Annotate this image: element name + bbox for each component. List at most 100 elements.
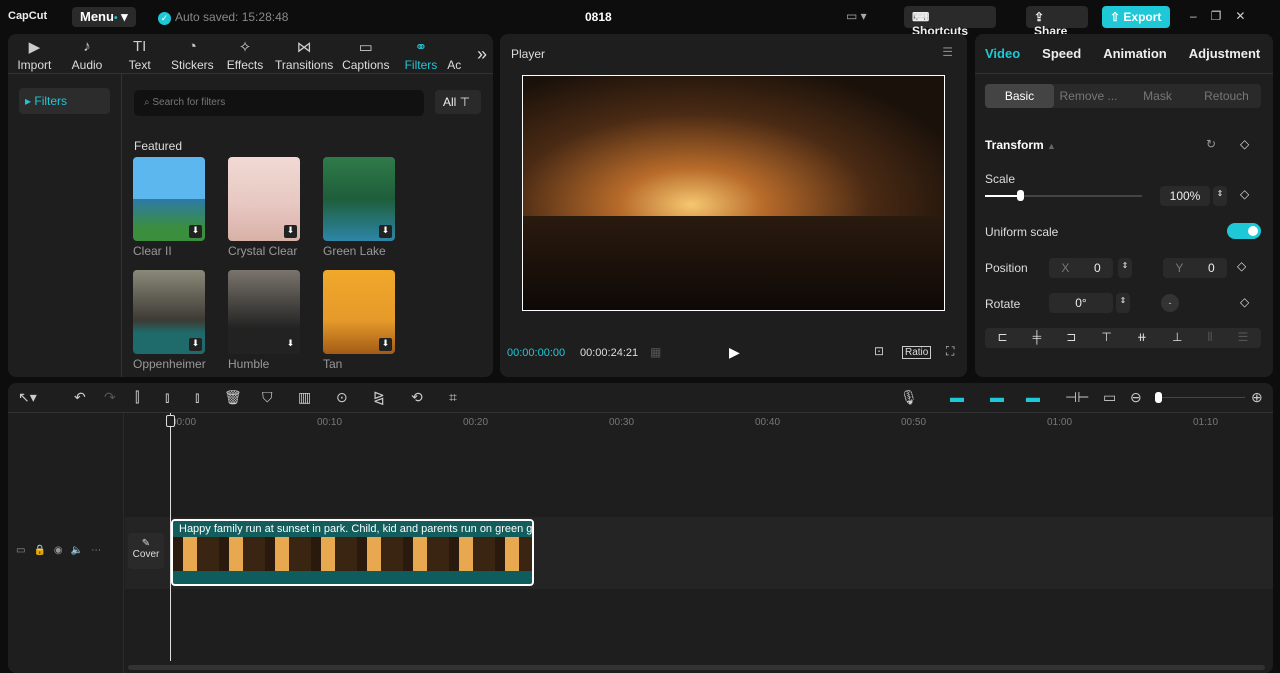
player-menu-icon[interactable]: ☰ <box>942 45 953 59</box>
menu-button[interactable]: Menu• ▾ <box>72 7 136 27</box>
tab-effects[interactable]: ✧ Effects <box>219 34 272 73</box>
rotate-input[interactable]: 0° <box>1049 293 1113 313</box>
download-icon[interactable]: ⬇ <box>189 338 202 351</box>
crop-icon[interactable]: ⌗ <box>449 389 457 406</box>
delete-icon[interactable]: 🗑 <box>224 389 242 406</box>
rotate-keyframe-icon[interactable]: ◇ <box>1240 295 1249 309</box>
preview-axis-icon[interactable]: ⊣⊢ <box>1065 389 1089 406</box>
tab-video[interactable]: Video <box>985 46 1020 61</box>
filter-card[interactable]: ⬇ Humble <box>228 270 300 371</box>
uniform-scale-toggle[interactable] <box>1227 223 1261 239</box>
filter-card[interactable]: ⬇ Green Lake <box>323 157 395 258</box>
microphone-icon[interactable]: 🎙 <box>900 389 918 406</box>
position-keyframe-icon[interactable]: ◇ <box>1237 259 1246 273</box>
freeze-icon[interactable]: ▥ <box>298 389 311 406</box>
share-button[interactable]: ⇪ Share <box>1026 6 1088 38</box>
position-y-input[interactable]: Y0 <box>1163 258 1227 278</box>
project-title[interactable]: 0818 <box>585 10 612 24</box>
timeline-grid-icon[interactable]: ▦ <box>650 345 661 359</box>
tab-audio[interactable]: ♪ Audio <box>61 34 114 73</box>
auto-snap-icon[interactable]: ▬ <box>990 389 1004 405</box>
split-icon[interactable]: ⫿ <box>135 389 139 406</box>
filter-card[interactable]: ⬇ Tan <box>323 270 395 371</box>
scale-input[interactable]: 100% <box>1160 186 1210 206</box>
cover-button[interactable]: ✎ Cover <box>128 533 164 569</box>
split-left-icon[interactable]: ⫾ <box>165 389 169 406</box>
tab-import[interactable]: ▶ Import <box>8 34 61 73</box>
position-x-input[interactable]: X0 <box>1049 258 1113 278</box>
tab-speed[interactable]: Speed <box>1042 46 1081 61</box>
align-bottom-icon[interactable]: ⊥ <box>1172 330 1182 348</box>
playhead[interactable] <box>170 413 171 661</box>
download-icon[interactable]: ⬇ <box>379 225 392 238</box>
zoom-in-icon[interactable]: ⊕ <box>1251 389 1263 406</box>
playhead-handle[interactable] <box>166 415 175 427</box>
tab-animation[interactable]: Animation <box>1103 46 1167 61</box>
scale-stepper[interactable]: ⇕ <box>1213 186 1227 206</box>
reverse-icon[interactable]: ⊙ <box>336 389 348 406</box>
mirror-icon[interactable]: ⧎ <box>373 389 385 406</box>
align-right-icon[interactable]: ⊐ <box>1066 330 1076 348</box>
tab-transitions[interactable]: ⋈ Transitions <box>271 34 337 73</box>
play-button[interactable]: ▶ <box>729 344 740 361</box>
redo-icon[interactable]: ↷ <box>104 389 116 406</box>
subtab-remove[interactable]: Remove ... <box>1054 84 1123 108</box>
distribute-h-icon[interactable]: ⫴ <box>1208 330 1213 348</box>
search-input[interactable]: ⌕ Search for filters <box>134 90 424 116</box>
filter-card[interactable]: ⬇ Oppenheimer <box>133 270 206 371</box>
tab-stickers[interactable]: ◔ Stickers <box>166 34 219 73</box>
split-right-icon[interactable]: ⫾ <box>195 389 199 406</box>
fullscreen-icon[interactable]: ⛶ <box>946 344 954 359</box>
linkage-icon[interactable]: ▬ <box>1026 389 1040 405</box>
download-icon[interactable]: ⬇ <box>189 225 202 238</box>
align-top-icon[interactable]: ⊤ <box>1101 330 1111 348</box>
tab-adjustment[interactable]: Adjustment <box>1189 46 1261 61</box>
subtab-retouch[interactable]: Retouch <box>1192 84 1261 108</box>
zoom-slider-handle[interactable] <box>1155 392 1162 403</box>
select-tool-icon[interactable]: ↖▾ <box>18 389 37 406</box>
align-center-h-icon[interactable]: ╪ <box>1033 330 1042 348</box>
transform-heading[interactable]: Transform ▲ <box>985 138 1056 152</box>
download-icon[interactable]: ⬇ <box>284 225 297 238</box>
subtab-basic[interactable]: Basic <box>985 84 1054 108</box>
scale-slider[interactable] <box>985 190 1142 201</box>
more-tabs-icon[interactable]: » <box>471 34 493 73</box>
ratio-button[interactable]: Ratio <box>902 346 932 359</box>
video-preview[interactable] <box>522 75 945 311</box>
track-controls[interactable]: ▭🔒◉🔈⋯ <box>16 545 109 556</box>
shortcuts-button[interactable]: ⌨ Shortcuts <box>904 6 996 38</box>
window-controls[interactable]: –❐✕ <box>1190 9 1260 23</box>
tab-filters[interactable]: ⚭ Filters <box>395 34 448 73</box>
fit-icon[interactable]: ⊡ <box>874 344 884 358</box>
align-left-icon[interactable]: ⊏ <box>998 330 1008 348</box>
zoom-out-icon[interactable]: ⊖ <box>1130 389 1142 406</box>
export-button[interactable]: ⇧ Export <box>1102 6 1170 28</box>
sidebar-item-filters[interactable]: ▸ Filters <box>19 88 110 114</box>
scale-slider-handle[interactable] <box>1016 190 1024 201</box>
main-track-magnet-icon[interactable]: ▬ <box>950 389 964 405</box>
subtab-mask[interactable]: Mask <box>1123 84 1192 108</box>
tab-captions[interactable]: ▭ Captions <box>337 34 395 73</box>
zoom-slider[interactable] <box>1155 392 1245 403</box>
align-middle-icon[interactable]: ⧺ <box>1137 330 1147 348</box>
download-icon[interactable]: ⬇ <box>379 338 392 351</box>
scale-keyframe-icon[interactable]: ◇ <box>1240 187 1249 201</box>
layout-icon[interactable]: ▭ ▾ <box>846 9 867 23</box>
filter-card[interactable]: ⬇ Crystal Clear <box>228 157 300 258</box>
horizontal-scrollbar[interactable] <box>128 665 1265 670</box>
rotate-dial[interactable]: - <box>1161 294 1179 312</box>
reset-icon[interactable]: ↻ <box>1206 137 1216 151</box>
filter-all-dropdown[interactable]: All ⊤ <box>435 90 481 114</box>
rotate-icon[interactable]: ⟲ <box>411 389 423 406</box>
rotate-stepper[interactable]: ⇕ <box>1116 293 1130 313</box>
download-icon[interactable]: ⬇ <box>284 338 297 351</box>
undo-icon[interactable]: ↶ <box>74 389 86 406</box>
position-x-stepper[interactable]: ⇕ <box>1118 258 1132 278</box>
filter-card[interactable]: ⬇ Clear II <box>133 157 205 258</box>
tab-adjustment[interactable]: Ac <box>447 34 471 73</box>
tab-text[interactable]: TI Text <box>113 34 166 73</box>
video-clip[interactable]: Happy family run at sunset in park. Chil… <box>171 519 534 586</box>
distribute-v-icon[interactable]: ☰ <box>1238 330 1249 348</box>
zoom-fit-icon[interactable]: ▭ <box>1103 389 1116 406</box>
mark-icon[interactable]: ⛉ <box>262 389 273 406</box>
